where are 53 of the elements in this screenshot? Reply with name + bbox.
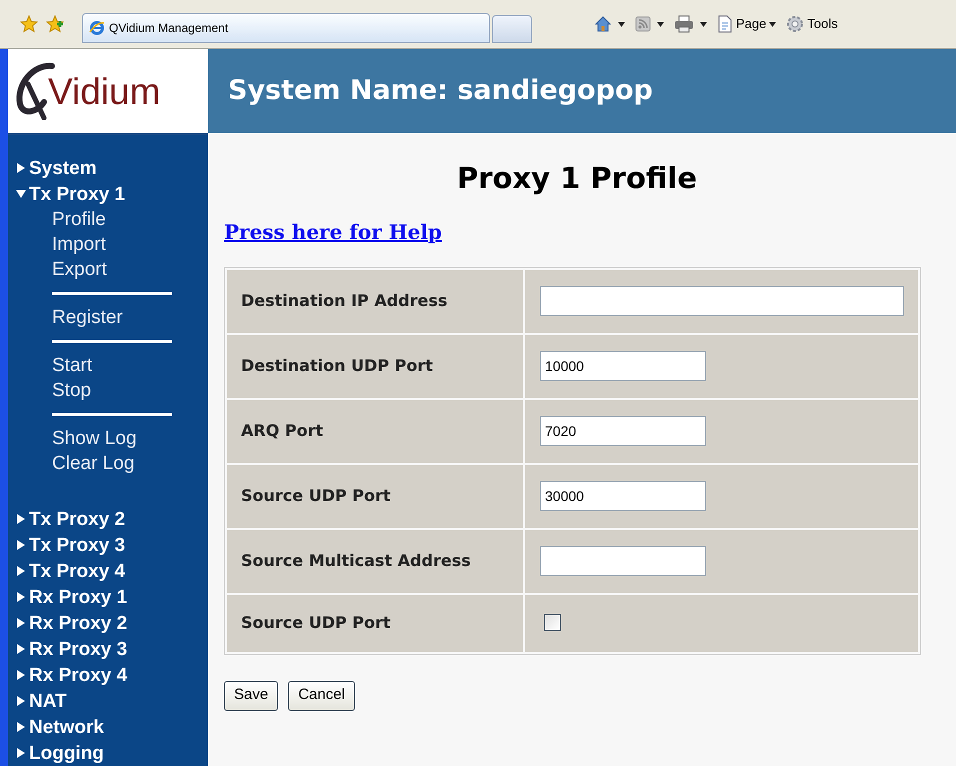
sidebar-section[interactable]: Rx Proxy 4 — [16, 662, 208, 688]
sidebar-section[interactable]: Tx Proxy 4 — [16, 558, 208, 584]
field-label: Destination UDP Port — [227, 334, 523, 398]
sidebar-link[interactable]: Start — [52, 353, 208, 378]
field-label: Destination IP Address — [227, 270, 523, 332]
sidebar-link[interactable]: Import — [52, 232, 208, 257]
sidebar-section[interactable]: Logging — [16, 740, 208, 766]
home-icon[interactable] — [594, 15, 612, 33]
sidebar-link[interactable]: Stop — [52, 378, 208, 403]
sidebar-link[interactable]: Clear Log — [52, 451, 208, 476]
gear-icon — [786, 15, 804, 33]
system-name-title: System Name: sandiegopop — [228, 74, 653, 108]
favorites-star-icon[interactable] — [20, 15, 38, 33]
caret-icon[interactable] — [769, 22, 776, 26]
sidebar-section[interactable]: Tx Proxy 3 — [16, 532, 208, 558]
sidebar-section[interactable]: System — [16, 155, 208, 181]
page-menu[interactable]: Page — [717, 14, 776, 34]
text-field[interactable]: 7020 — [540, 416, 706, 446]
browser-logo-icon — [89, 20, 105, 36]
field-label: ARQ Port — [227, 400, 523, 462]
save-button[interactable]: Save — [224, 680, 278, 710]
sidebar-section[interactable]: Network — [16, 714, 208, 740]
page-title: Proxy 1 Profile — [456, 160, 698, 197]
cancel-button[interactable]: Cancel — [288, 680, 355, 710]
logo: Vidium — [8, 49, 208, 135]
sidebar-link[interactable]: Export — [52, 257, 208, 282]
add-favorite-icon[interactable] — [46, 15, 64, 33]
caret-icon[interactable] — [618, 22, 625, 26]
sidebar-section[interactable]: NAT — [16, 688, 208, 714]
sidebar-link[interactable]: Profile — [52, 207, 208, 232]
field-label: Source UDP Port — [227, 464, 523, 528]
text-field[interactable]: 30000 — [540, 481, 706, 511]
text-field[interactable] — [540, 286, 904, 316]
caret-icon[interactable] — [700, 22, 707, 26]
sidebar-link[interactable]: Show Log — [52, 426, 208, 451]
browser-tab[interactable]: QVidium Management — [82, 13, 490, 43]
sidebar-link[interactable]: Register — [52, 305, 208, 330]
field-label: Source UDP Port — [227, 594, 523, 652]
tools-menu[interactable]: Tools — [786, 14, 838, 34]
feed-icon[interactable] — [635, 16, 651, 32]
checkbox[interactable] — [544, 614, 561, 632]
sidebar-section[interactable]: Rx Proxy 3 — [16, 636, 208, 662]
sidebar-section[interactable]: Rx Proxy 1 — [16, 584, 208, 610]
field-label: Source Multicast Address — [227, 530, 523, 592]
help-link[interactable]: Press here for Help — [224, 216, 442, 246]
sidebar-section[interactable]: Tx Proxy 2 — [16, 506, 208, 532]
sidebar-section[interactable]: Tx Proxy 1 — [16, 181, 208, 207]
sidebar-section[interactable]: Rx Proxy 2 — [16, 610, 208, 636]
printer-icon[interactable] — [674, 15, 694, 33]
text-field[interactable]: 10000 — [540, 351, 706, 381]
caret-icon[interactable] — [657, 22, 664, 26]
text-field[interactable] — [540, 546, 706, 576]
page-icon — [717, 15, 733, 33]
